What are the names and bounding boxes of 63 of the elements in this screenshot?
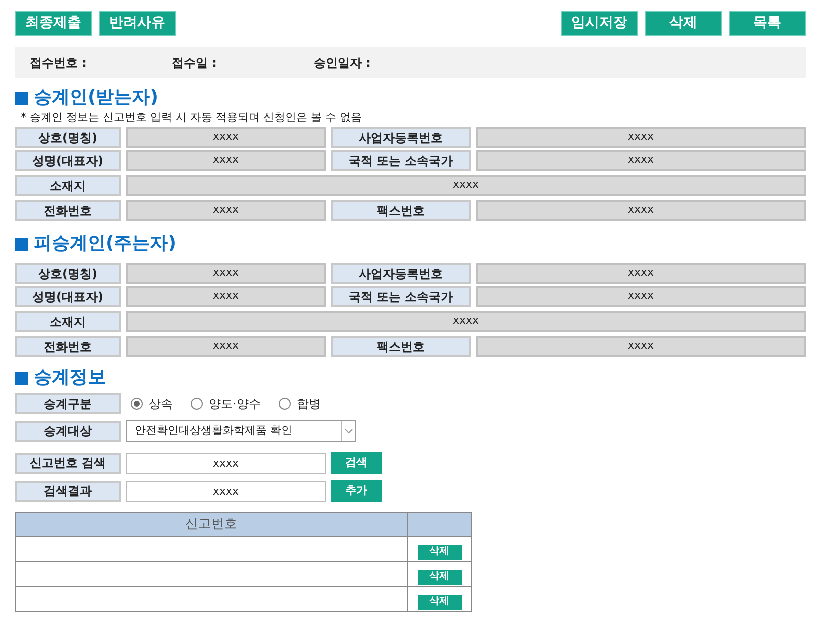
field-label: 팩스번호 <box>331 200 471 221</box>
field-label: 소재지 <box>15 175 121 196</box>
toolbar-button[interactable]: 반려사유 <box>99 11 176 36</box>
note-text: * 승계인 정보는 신고번호 입력 시 자동 적용되며 신청인은 볼 수 없음 <box>21 111 363 125</box>
field-value: xxxx <box>476 263 806 284</box>
field-label: 국적 또는 소속국가 <box>331 150 471 171</box>
field-value: xxxx <box>476 200 806 221</box>
field-value: xxxx <box>126 286 326 307</box>
field-label: 소재지 <box>15 311 121 332</box>
square-icon <box>15 238 28 250</box>
field-value: xxxx <box>126 263 326 284</box>
field-value: xxxx <box>126 311 806 332</box>
field-label: 팩스번호 <box>331 336 471 357</box>
field-label: 상호(명칭) <box>15 263 121 284</box>
select-field[interactable]: 안전확인대상생활화학제품 확인 <box>126 420 356 442</box>
field-value: xxxx <box>126 200 326 221</box>
section-title: 피승계인(주는자) <box>34 233 176 255</box>
field-label: 신고번호 검색 <box>15 452 121 474</box>
toolbar-button[interactable]: 임시저장 <box>561 11 638 36</box>
info-label: 접수번호 : <box>30 54 88 72</box>
field-label: 검색결과 <box>15 480 121 502</box>
field-label: 성명(대표자) <box>15 286 121 307</box>
square-icon <box>15 92 28 104</box>
toolbar-button[interactable]: 목록 <box>729 11 806 36</box>
field-label: 승계구분 <box>15 393 121 414</box>
field-label: 전화번호 <box>15 336 121 357</box>
field-value: xxxx <box>126 175 806 196</box>
field-value: xxxx <box>476 286 806 307</box>
field-label: 상호(명칭) <box>15 127 121 148</box>
radio-button[interactable] <box>131 398 143 410</box>
delete-button[interactable]: 삭제 <box>418 544 462 560</box>
delete-button[interactable]: 삭제 <box>418 570 462 584</box>
field-label: 성명(대표자) <box>15 150 121 171</box>
field-label: 전화번호 <box>15 200 121 221</box>
input-field[interactable]: xxxx <box>126 480 326 502</box>
field-label: 사업자등록번호 <box>331 127 471 148</box>
caret-icon <box>344 428 352 434</box>
toolbar-button[interactable]: 삭제 <box>645 11 722 36</box>
info-label: 승인일자 : <box>314 54 372 72</box>
field-value: xxxx <box>126 336 326 357</box>
square-icon <box>15 372 28 384</box>
field-value: xxxx <box>126 127 326 148</box>
radio-option[interactable]: 상속 <box>131 394 173 412</box>
radio-button[interactable] <box>278 398 291 410</box>
field-value: xxxx <box>476 150 806 171</box>
info-label: 접수일 : <box>172 54 218 72</box>
section-title: 승계인(받는자) <box>34 87 158 109</box>
field-label: 사업자등록번호 <box>331 263 471 284</box>
action-button[interactable]: 검색 <box>331 452 382 474</box>
field-value: xxxx <box>476 336 806 357</box>
input-field[interactable]: xxxx <box>126 452 326 474</box>
radio-button[interactable] <box>191 398 203 410</box>
delete-button[interactable]: 삭제 <box>418 594 462 610</box>
section-title: 승계정보 <box>34 367 106 389</box>
radio-option[interactable]: 양도·양수 <box>191 394 261 412</box>
radio-option[interactable]: 합병 <box>278 394 321 412</box>
field-value: xxxx <box>126 150 326 171</box>
field-value: xxxx <box>476 127 806 148</box>
action-button[interactable]: 추가 <box>331 480 382 502</box>
column-header: 신고번호 <box>16 512 408 536</box>
field-label: 승계대상 <box>15 420 121 442</box>
toolbar-button[interactable]: 최종제출 <box>15 11 92 36</box>
field-label: 국적 또는 소속국가 <box>331 286 471 307</box>
